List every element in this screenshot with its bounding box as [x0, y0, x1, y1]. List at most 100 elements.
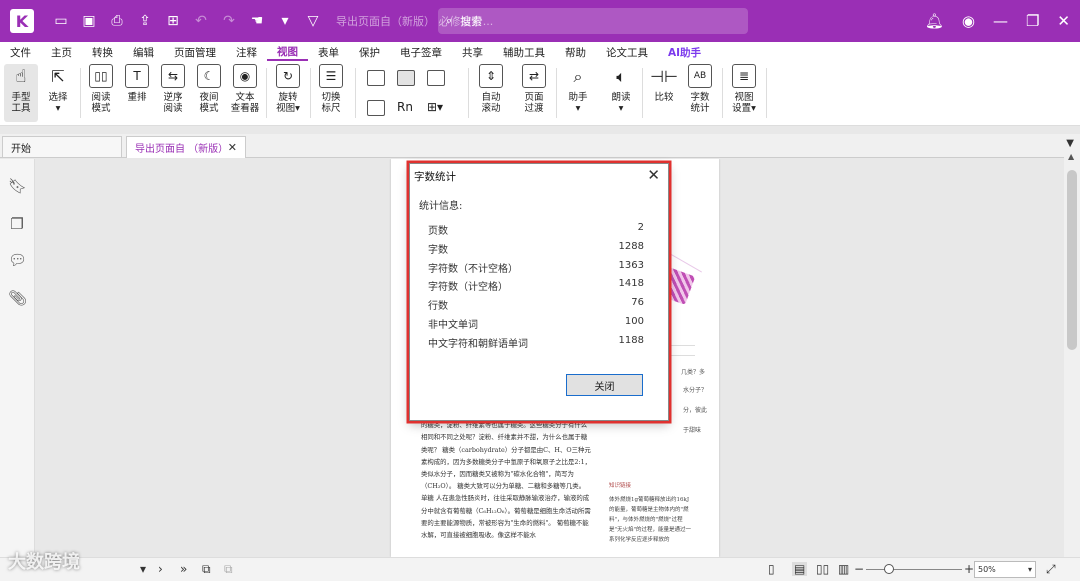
menu-ai-assistant[interactable]: AI助手 [658, 45, 711, 60]
scroll-up-icon[interactable]: ▲ [1068, 152, 1074, 161]
zoom-slider-track[interactable] [866, 569, 962, 570]
two-continuous-view-icon[interactable]: ▥ [838, 562, 849, 576]
save-icon[interactable]: ▣ [78, 10, 100, 32]
status-bar: ▾ › » ⧉ ⧉ ▯ ▤ ▯▯ ▥ − + 50% ▾ ⤢ [0, 557, 1080, 581]
two-page-view-icon[interactable]: ▯▯ [816, 562, 829, 576]
zoom-level-select[interactable]: 50% ▾ [974, 561, 1036, 578]
text-viewer-button[interactable]: ◉ 文本 查看器 [229, 64, 261, 114]
menu-edit[interactable]: 编辑 [123, 45, 164, 60]
single-page-view-icon[interactable]: ▯ [768, 562, 775, 576]
cover-page-icon[interactable]: Rn [397, 100, 415, 116]
comment-icon[interactable]: 💬︎ [8, 251, 27, 271]
tab-start[interactable]: 开始 [2, 136, 122, 158]
menu-form[interactable]: 表单 [308, 45, 349, 60]
read-aloud-button[interactable]: 🔈︎ 朗读 ▾ [606, 64, 636, 114]
read-mode-label-2: 模式 [91, 103, 111, 114]
menu-protect[interactable]: 保护 [349, 45, 390, 60]
reverse-read-button[interactable]: ⇆ 逆序 阅读 [158, 64, 188, 114]
tabs-dropdown-icon[interactable]: ▼ [1066, 138, 1074, 149]
stat-label: 非中文单词 [428, 320, 478, 331]
select-label: 选择 [48, 92, 68, 103]
zoom-slider-knob[interactable] [884, 564, 894, 574]
restore-icon[interactable]: ❐ [1026, 12, 1039, 30]
reverse-read-label-1: 逆序 [163, 92, 183, 103]
reflow-button[interactable]: T 重排 [123, 64, 151, 103]
print-icon[interactable]: ⎙ [106, 10, 128, 32]
title-bar: K ▭ ▣ ⎙ ⇪ ⊞ ↶ ↷ ☚ ▾ ▽ 导出页面自（新版） 必修1(分...… [0, 0, 1080, 42]
account-icon[interactable]: ◉ [962, 12, 975, 30]
menu-tools[interactable]: 辅助工具 [493, 45, 555, 60]
copy-page-icon[interactable]: ⧉ [202, 562, 211, 577]
stat-row: 页数 2 [428, 222, 644, 240]
search-box[interactable]: ⌕ 搜索 [438, 8, 748, 34]
compare-button[interactable]: ⊣⊢ 比较 [649, 64, 679, 103]
bookmark-icon[interactable]: 🔖︎ [8, 177, 27, 197]
export-icon[interactable]: ⇪ [134, 10, 156, 32]
reflow-label: 重排 [127, 92, 147, 103]
new-icon[interactable]: ⊞ [162, 10, 184, 32]
close-icon[interactable]: ✕ [1057, 12, 1070, 30]
filter-icon[interactable]: ▽ [302, 10, 324, 32]
attachment-icon[interactable]: 📎︎ [8, 289, 27, 309]
menu-view[interactable]: 视图 [267, 44, 308, 61]
paste-page-icon[interactable]: ⧉ [224, 562, 233, 577]
close-icon[interactable]: ✕ [647, 166, 660, 184]
word-count-button[interactable]: AB 字数 统计 [684, 64, 716, 114]
open-folder-icon[interactable]: ▭ [50, 10, 72, 32]
close-button[interactable]: 关闭 [566, 374, 643, 396]
hand-tool-button[interactable]: ☝ 手型 工具 [4, 64, 38, 122]
bell-icon[interactable]: 🔔︎ [925, 12, 944, 30]
fullscreen-icon[interactable]: ⤢ [1046, 562, 1056, 577]
scroll-thumb[interactable] [1067, 170, 1077, 350]
close-tab-icon[interactable]: ✕ [228, 141, 237, 154]
two-continuous-icon[interactable] [367, 100, 385, 116]
menu-file[interactable]: 文件 [0, 45, 41, 60]
chevron-down-icon: ▾ [751, 103, 756, 114]
menu-help[interactable]: 帮助 [555, 45, 596, 60]
redo-icon[interactable]: ↷ [218, 10, 240, 32]
menu-esign[interactable]: 电子签章 [390, 45, 452, 60]
zoom-in-icon[interactable]: + [964, 562, 974, 576]
hand-icon[interactable]: ☚ [246, 10, 268, 32]
minimize-icon[interactable]: — [993, 12, 1008, 30]
last-page-icon[interactable]: » [180, 562, 187, 576]
page-transition-button[interactable]: ⇄ 页面 过渡 [518, 64, 550, 114]
sidebar-title: 知识链接 [609, 483, 632, 489]
view-settings-button[interactable]: ≣ 视图 设置▾ [728, 64, 760, 114]
auto-scroll-button[interactable]: ⇕ 自动 滚动 [476, 64, 506, 114]
assistant-button[interactable]: ⌕ 助手 ▾ [563, 64, 593, 114]
pages-icon[interactable]: ❐ [8, 215, 26, 235]
zoom-out-icon[interactable]: − [854, 562, 864, 576]
read-mode-button[interactable]: ▯▯ 阅读 模式 [86, 64, 116, 114]
menu-paper-tools[interactable]: 论文工具 [596, 45, 658, 60]
next-page-icon[interactable]: › [158, 562, 163, 576]
split-view-icon[interactable]: ⊞▾ [427, 100, 445, 116]
stat-label: 字符数（不计空格） [428, 264, 518, 275]
toggle-ruler-button[interactable]: ☰ 切换 标尺 [316, 64, 346, 114]
continuous-page-icon[interactable] [397, 70, 415, 86]
text-viewer-label-2: 查看器 [230, 103, 260, 114]
stat-row: 字符数（不计空格） 1363 [428, 260, 644, 278]
menu-page-manage[interactable]: 页面管理 [164, 45, 226, 60]
undo-icon[interactable]: ↶ [190, 10, 212, 32]
menu-share[interactable]: 共享 [452, 45, 493, 60]
single-page-icon[interactable] [367, 70, 385, 86]
stat-value: 76 [631, 297, 644, 308]
watermark: 大数跨境 [8, 552, 80, 573]
rotate-view-button[interactable]: ↻ 旋转 视图▾ [272, 64, 304, 114]
stat-value: 2 [637, 222, 644, 233]
night-mode-button[interactable]: ☾ 夜间 模式 [194, 64, 224, 114]
page-dropdown-icon[interactable]: ▾ [140, 562, 146, 576]
stat-label: 页数 [428, 226, 448, 237]
tab-document[interactable]: 导出页面自 （新版） ... ✕ [126, 136, 246, 158]
two-page-icon[interactable] [427, 70, 445, 86]
menu-convert[interactable]: 转换 [82, 45, 123, 60]
menu-annotate[interactable]: 注释 [226, 45, 267, 60]
continuous-view-icon[interactable]: ▤ [792, 562, 808, 576]
dropdown-icon[interactable]: ▾ [274, 10, 296, 32]
menu-home[interactable]: 主页 [41, 45, 82, 60]
select-button[interactable]: ⇱ 选择 ▾ [44, 64, 72, 114]
speaker-icon: 🔈︎ [616, 66, 626, 86]
vertical-scrollbar[interactable]: ▲ [1064, 150, 1080, 557]
sidebar-text: 体外燃烧1g葡萄糖释放出约16kJ的能量，葡萄糖是主物体内的"燃料"，与体外燃烧… [609, 497, 692, 543]
